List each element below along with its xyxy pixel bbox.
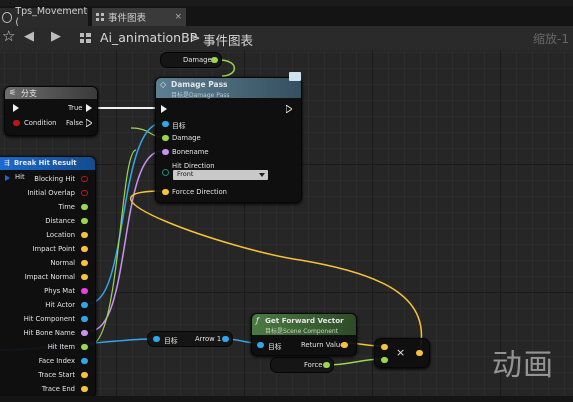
multiply-input-b-pin[interactable] bbox=[381, 357, 388, 363]
return-value-pin[interactable] bbox=[341, 342, 348, 348]
damage-pass-title: Damage Pass bbox=[171, 80, 228, 89]
return-value-label: Return Value bbox=[301, 341, 345, 349]
break-hit-output-pin[interactable] bbox=[81, 190, 88, 196]
force-direction-label: Forcce Direction bbox=[172, 188, 227, 196]
force-variable-node[interactable]: Force bbox=[270, 357, 334, 373]
force-output-pin[interactable] bbox=[323, 362, 330, 368]
damage-pass-subtitle: 目标是Damage Pass bbox=[171, 92, 230, 99]
break-hit-title: Break Hit Result bbox=[14, 159, 77, 167]
condition-label: Condition bbox=[24, 119, 57, 127]
break-hit-output-pin[interactable] bbox=[81, 204, 88, 210]
arrow-target-pin[interactable] bbox=[153, 336, 160, 342]
break-hit-output-pin[interactable] bbox=[81, 218, 88, 224]
wire-hit-actor-target bbox=[89, 122, 163, 304]
true-exec-out-pin[interactable] bbox=[86, 104, 92, 112]
break-hit-pin-label: Blocking Hit bbox=[34, 175, 75, 183]
function-icon: ◇ bbox=[160, 80, 167, 89]
arrow-output-pin[interactable] bbox=[222, 336, 229, 342]
damage-pass-exec-in-pin[interactable] bbox=[161, 105, 167, 113]
branch-exec-in-pin[interactable] bbox=[13, 104, 19, 112]
break-hit-result-node[interactable]: ⇶ Break Hit Result Hit Blocking Hit Initi… bbox=[0, 156, 96, 398]
force-direction-pin[interactable] bbox=[162, 189, 169, 195]
break-hit-pin-label: Hit Actor bbox=[45, 301, 75, 309]
hit-direction-label: Hit Direction bbox=[172, 162, 215, 170]
damage-variable-label: Damage bbox=[183, 56, 212, 64]
wire-hit-bone-name bbox=[89, 150, 163, 332]
target-label: 目标 bbox=[172, 122, 186, 130]
multiply-symbol: × bbox=[396, 346, 406, 359]
break-hit-output-pin[interactable] bbox=[81, 274, 88, 280]
bottom-status-strip bbox=[0, 396, 573, 402]
break-hit-output-pin[interactable] bbox=[81, 260, 88, 266]
break-hit-pin-label: Impact Point bbox=[32, 245, 75, 253]
hit-direction-value: Front bbox=[177, 170, 194, 178]
forward-subtitle: 目标是Scene Component bbox=[265, 328, 339, 335]
break-hit-output-pin[interactable] bbox=[81, 246, 88, 252]
branch-node[interactable]: ⚟ 分支 True Condition False bbox=[4, 86, 98, 136]
branch-title: 分支 bbox=[21, 89, 37, 98]
struct-icon: ⇶ bbox=[4, 159, 10, 167]
hit-input-label: Hit bbox=[15, 173, 25, 181]
break-hit-output-pin[interactable] bbox=[81, 176, 88, 182]
envelope-icon bbox=[289, 72, 301, 81]
break-hit-pin-label: Time bbox=[58, 203, 75, 211]
damage-pass-exec-out-pin[interactable] bbox=[286, 105, 292, 113]
chevron-down-icon bbox=[259, 173, 265, 177]
hit-direction-pin[interactable] bbox=[162, 169, 169, 176]
hit-direction-dropdown[interactable]: Front bbox=[173, 170, 268, 180]
break-hit-pin-label: Trace Start bbox=[38, 371, 75, 379]
bonename-pin[interactable] bbox=[162, 149, 169, 155]
multiply-node[interactable]: × bbox=[374, 338, 430, 368]
break-hit-pin-label: Hit Item bbox=[47, 343, 75, 351]
damage-variable-node[interactable]: Damage bbox=[160, 52, 222, 68]
break-hit-output-pin[interactable] bbox=[81, 344, 88, 350]
condition-pin[interactable] bbox=[13, 120, 20, 126]
break-hit-pin-label: Hit Component bbox=[23, 315, 75, 323]
break-hit-output-pin[interactable] bbox=[81, 302, 88, 308]
hit-input-pin[interactable] bbox=[5, 175, 10, 181]
break-hit-output-pin[interactable] bbox=[81, 330, 88, 336]
true-label: True bbox=[68, 104, 83, 112]
break-hit-output-pin[interactable] bbox=[81, 358, 88, 364]
false-label: False bbox=[66, 119, 84, 127]
get-forward-vector-node[interactable]: ƒ Get Forward Vector 目标是Scene Component … bbox=[251, 313, 357, 356]
damage-input-label: Damage bbox=[172, 134, 201, 142]
break-hit-output-pin[interactable] bbox=[81, 288, 88, 294]
force-variable-label: Force bbox=[304, 361, 323, 369]
branch-header bbox=[5, 87, 97, 99]
break-hit-pin-label: Trace End bbox=[41, 385, 75, 393]
arrow-label: Arrow 1 bbox=[195, 335, 222, 343]
forward-target-pin[interactable] bbox=[257, 342, 264, 348]
break-hit-output-pin[interactable] bbox=[81, 372, 88, 378]
multiply-input-a-pin[interactable] bbox=[381, 344, 388, 350]
break-hit-pin-label: Location bbox=[46, 231, 75, 239]
break-hit-output-pin[interactable] bbox=[81, 316, 88, 322]
bonename-label: Bonename bbox=[172, 148, 209, 156]
break-hit-pin-label: Hit Bone Name bbox=[23, 329, 75, 337]
multiply-output-pin[interactable] bbox=[416, 350, 423, 356]
break-hit-pin-label: Initial Overlap bbox=[27, 189, 75, 197]
arrow-target-label: 目标 bbox=[164, 337, 178, 345]
damage-input-pin[interactable] bbox=[162, 135, 169, 141]
forward-target-label: 目标 bbox=[268, 343, 282, 351]
watermark-text: 动画 bbox=[492, 348, 554, 383]
target-pin[interactable] bbox=[162, 121, 169, 127]
break-hit-pin-label: Impact Normal bbox=[24, 273, 75, 281]
break-hit-pin-label: Phys Mat bbox=[44, 287, 75, 295]
damage-output-pin[interactable] bbox=[211, 57, 218, 63]
damage-pass-node[interactable]: ◇ Damage Pass 目标是Damage Pass 目标 Damage B… bbox=[155, 72, 302, 203]
break-hit-pin-label: Normal bbox=[50, 259, 75, 267]
forward-title: Get Forward Vector bbox=[265, 316, 344, 325]
break-hit-pin-label: Distance bbox=[45, 217, 75, 225]
arrow-getter-node[interactable]: 目标 Arrow 1 bbox=[147, 331, 233, 347]
function-f-icon: ƒ bbox=[256, 316, 259, 325]
branch-icon: ⚟ bbox=[9, 88, 17, 97]
wire-hit-item bbox=[89, 149, 137, 346]
break-hit-pin-label: Face Index bbox=[38, 357, 75, 365]
false-exec-out-pin[interactable] bbox=[86, 119, 92, 127]
break-hit-output-pin[interactable] bbox=[81, 232, 88, 238]
break-hit-output-pin[interactable] bbox=[81, 386, 88, 392]
